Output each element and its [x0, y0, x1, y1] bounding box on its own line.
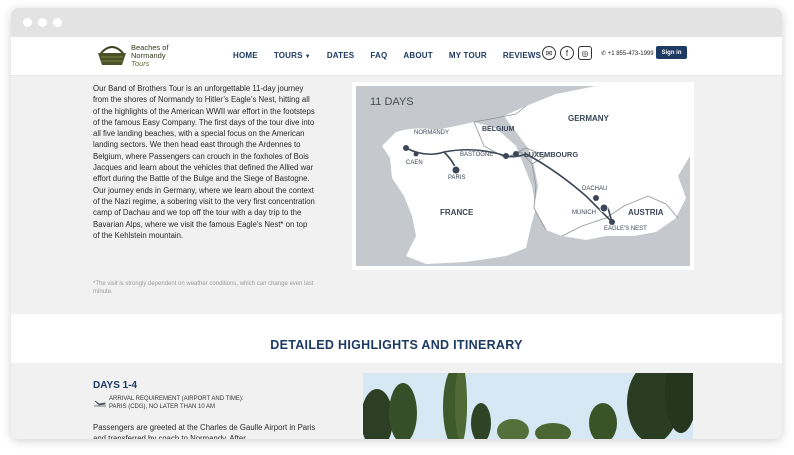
phone-icon: ✆ — [601, 51, 607, 57]
window-dot-icon[interactable] — [23, 18, 32, 27]
map-place-label: PARIS — [448, 175, 466, 181]
logo-text: Beaches of Normandy Tours — [131, 44, 169, 68]
map-days-label: 11 DAYS — [370, 96, 414, 108]
nav-item-reviews[interactable]: REVIEWS — [503, 51, 541, 60]
weather-note: *The visit is strongly dependent on weat… — [93, 281, 314, 295]
arrival-line: PARIS (CDG), NO LATER THAN 10 AM — [109, 404, 216, 410]
map-place-label: EAGLE'S NEST — [604, 226, 647, 232]
sign-in-button[interactable]: Sign in — [656, 46, 687, 59]
map-marker-luxembourg — [513, 151, 519, 157]
map-marker-bastogne — [503, 153, 509, 159]
map-country-label: FRANCE — [440, 208, 474, 217]
map-country-label: BELGIUM — [482, 126, 515, 133]
map-place-label: BASTOGNE — [460, 152, 494, 158]
map-marker-eagles-nest — [609, 219, 615, 225]
nav-item-dates[interactable]: DATES — [327, 51, 355, 60]
map-country-label: LUXEMBOURG — [524, 150, 579, 159]
mail-icon[interactable]: ✉ — [542, 46, 556, 60]
page-viewport[interactable]: Beaches of Normandy Tours HOME TOURS ▼ DA… — [11, 37, 782, 439]
map-marker-dachau — [593, 195, 599, 201]
nav-label: REVIEWS — [502, 51, 542, 60]
map-country-label: GERMANY — [568, 114, 609, 123]
browser-titlebar — [11, 8, 782, 37]
main-nav: HOME TOURS ▼ DATES FAQ ABOUT MY TOUR REVI… — [233, 51, 557, 60]
instagram-icon[interactable]: ◎ — [578, 46, 592, 60]
nav-label: ABOUT — [403, 51, 433, 60]
arrival-line: ARRIVAL REQUIREMENT (AIRPORT AND TIME): — [109, 396, 244, 402]
map-marker-normandy — [403, 145, 409, 151]
nav-item-my-tour[interactable]: MY TOUR — [449, 51, 487, 60]
airplane-icon — [94, 400, 106, 407]
nav-item-about[interactable]: ABOUT — [403, 51, 432, 60]
nav-label: DATES — [326, 51, 355, 60]
nav-label: MY TOUR — [448, 51, 487, 60]
phone-number[interactable]: ✆ +1 855-473-1999 — [601, 50, 654, 57]
site-header: Beaches of Normandy Tours HOME TOURS ▼ DA… — [11, 37, 782, 76]
normandy-photo — [363, 373, 693, 439]
logo-line: Tours — [131, 59, 150, 68]
map-country-label: AUSTRIA — [628, 208, 664, 217]
section-title: DETAILED HIGHLIGHTS AND ITINERARY — [270, 338, 523, 352]
nav-item-faq[interactable]: FAQ — [370, 51, 387, 60]
basket-logo-icon — [98, 46, 126, 65]
nav-label: TOURS — [273, 51, 303, 60]
arrival-requirement: ARRIVAL REQUIREMENT (AIRPORT AND TIME): … — [109, 395, 244, 411]
nav-item-tours[interactable]: TOURS ▼ — [274, 51, 311, 60]
window-dot-icon[interactable] — [53, 18, 62, 27]
social-links: ✉ f ◎ — [542, 46, 596, 60]
browser-window: Beaches of Normandy Tours HOME TOURS ▼ DA… — [11, 8, 782, 439]
site-logo[interactable]: Beaches of Normandy Tours — [95, 41, 175, 72]
nav-label: HOME — [233, 51, 258, 60]
map-place-label: DACHAU — [582, 186, 608, 192]
map-place-label: CAEN — [406, 160, 423, 166]
phone-text: +1 855-473-1999 — [607, 51, 654, 57]
tour-map: 11 DAYS GERMANY BELGIUM LUXEMBOURG FRANC… — [352, 82, 694, 270]
tour-intro-text: Our Band of Brothers Tour is an unforget… — [93, 84, 315, 240]
map-canvas: 11 DAYS GERMANY BELGIUM LUXEMBOURG FRANC… — [356, 86, 690, 266]
facebook-icon[interactable]: f — [560, 46, 574, 60]
nav-label: FAQ — [370, 51, 388, 60]
map-graphic — [382, 86, 690, 264]
map-land-west — [382, 122, 536, 264]
day-description: Passengers are greeted at the Charles de… — [93, 423, 316, 439]
day-title: DAYS 1-4 — [93, 380, 138, 391]
window-dot-icon[interactable] — [38, 18, 47, 27]
nav-item-home[interactable]: HOME — [233, 51, 258, 60]
caret-down-icon: ▼ — [304, 54, 311, 60]
map-place-label: MUNICH — [572, 210, 596, 216]
map-marker-paris — [451, 165, 461, 175]
map-marker-munich — [599, 203, 609, 213]
trees-image — [363, 373, 693, 439]
map-marker-caen — [413, 151, 419, 157]
map-place-label: NORMANDY — [414, 130, 450, 136]
